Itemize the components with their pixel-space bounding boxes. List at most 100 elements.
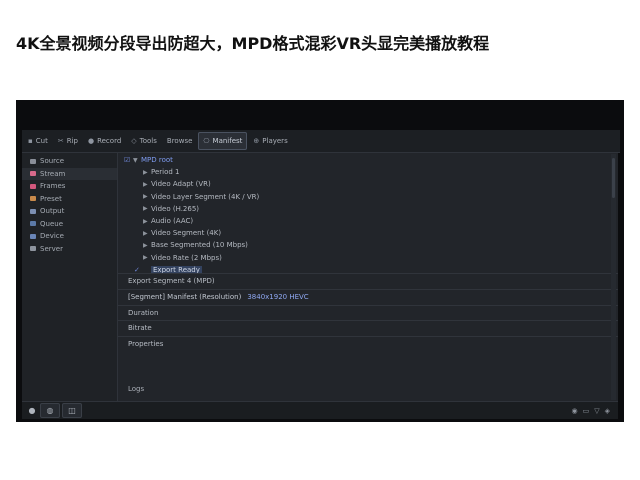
tree-node-label: Video (H.265) — [151, 204, 200, 213]
url-left: [Segment] Manifest (Resolution) — [128, 292, 242, 301]
sidebar-item-icon — [30, 196, 36, 202]
checkbox-icon[interactable]: ☑ — [124, 156, 133, 164]
record-icon[interactable]: ● — [26, 404, 38, 417]
toolbar: ▪ Cut ✂ Rip ● Record ◇ Tools Browse ⎔ Manifest ⊕ Pla… — [22, 130, 620, 153]
toolbar-label: Players — [262, 137, 288, 145]
chevron-right-icon[interactable]: ▶ — [143, 218, 151, 225]
sidebar-item-label: Stream — [40, 169, 66, 178]
settings-icon[interactable]: ◈ — [605, 407, 610, 415]
toolbar-button-record[interactable]: ● Record — [84, 133, 125, 149]
toolbar-button-tools[interactable]: ◇ Tools — [127, 133, 161, 149]
sidebar-item-label: Preset — [40, 194, 62, 203]
summary-row[interactable]: Export Segment 4 (MPD) — [118, 273, 618, 287]
toolbar-label: Record — [97, 137, 122, 145]
tree-node[interactable]: ▶ Video Rate (2 Mbps) — [118, 252, 618, 264]
tree-node-label: Video Rate (2 Mbps) — [151, 253, 222, 262]
sidebar-item-frames[interactable]: Frames — [22, 180, 117, 193]
toolbar-button-rip[interactable]: ✂ Rip — [54, 133, 82, 149]
logs-label: Logs — [128, 385, 145, 393]
chevron-right-icon[interactable]: ▶ — [143, 242, 151, 249]
window-icon[interactable]: ▭ — [583, 407, 590, 415]
toolbar-label: Rip — [66, 137, 78, 145]
article-headline: 4K全景视频分段导出防超大，MPD格式混彩VR头显完美播放教程 — [16, 34, 490, 53]
tree-node-label: Video Segment (4K) — [151, 229, 222, 238]
manifest-tree: ☑ ▼ MPD root ▶ Period 1 ▶ Video Adapt (VR) ▶ Vid… — [118, 153, 618, 273]
toolbar-button-browse[interactable]: Browse — [163, 133, 197, 149]
scrollbar-thumb[interactable] — [612, 158, 615, 198]
chevron-right-icon[interactable]: ▶ — [143, 193, 151, 200]
properties-label: Properties — [128, 339, 164, 348]
loop-icon[interactable]: ◍ — [40, 403, 60, 418]
tree-node-label: Audio (AAC) — [151, 217, 194, 226]
sidebar-item-queue[interactable]: Queue — [22, 218, 117, 231]
chevron-right-icon[interactable]: ▶ — [143, 205, 151, 212]
toolbar-icon: ◇ — [131, 137, 137, 145]
checkbox-icon[interactable]: ✓ — [134, 266, 143, 273]
sidebar-item-label: Device — [40, 232, 64, 241]
sidebar-item-icon — [30, 246, 36, 252]
chevron-right-icon[interactable]: ▶ — [143, 181, 151, 188]
tree-node-label: Base Segmented (10 Mbps) — [151, 241, 248, 250]
sidebar-item-label: Output — [40, 207, 65, 216]
toolbar-label: Browse — [166, 137, 193, 145]
tree-node-label: MPD root — [141, 156, 173, 165]
tree-node[interactable]: ▶ Video Adapt (VR) — [118, 178, 618, 190]
vertical-scrollbar[interactable] — [611, 154, 616, 400]
bitrate-row[interactable]: Bitrate — [118, 320, 618, 334]
toolbar-icon: ⊕ — [253, 137, 260, 145]
toolbar-label: Tools — [139, 137, 157, 145]
sidebar-item-icon — [30, 233, 36, 239]
bitrate-label: Bitrate — [128, 323, 152, 332]
toolbar-label: Manifest — [212, 137, 243, 145]
toolbar-button-cut[interactable]: ▪ Cut — [24, 133, 52, 149]
tree-node-label: Period 1 — [151, 168, 180, 177]
tree-node-label: Video Layer Segment (4K / VR) — [151, 192, 260, 201]
sidebar-item-output[interactable]: Output — [22, 205, 117, 218]
bottom-bar: ● ◍ ◫ ◉ ▭ ▽ ◈ — [22, 401, 618, 419]
sidebar-item-server[interactable]: Server — [22, 243, 117, 256]
toolbar-button-manifest[interactable]: ⎔ Manifest — [198, 132, 248, 150]
filter-icon[interactable]: ▽ — [594, 407, 599, 415]
toolbar-icon: ▪ — [28, 137, 33, 145]
tree-node[interactable]: ▶ Period 1 — [118, 166, 618, 178]
tree-node[interactable]: ✓ Export Ready — [118, 264, 618, 273]
sidebar-item-icon — [30, 158, 36, 164]
sidebar-item-icon — [30, 221, 36, 227]
toolbar-icon: ● — [87, 137, 95, 145]
sidebar-item-source[interactable]: Source — [22, 155, 117, 168]
bottom-right-icons: ◉ ▭ ▽ ◈ — [571, 407, 618, 415]
url-right: 3840x1920 HEVC — [247, 292, 309, 301]
tree-node[interactable]: ▶ Video Layer Segment (4K / VR) — [118, 191, 618, 203]
duration-label: Duration — [128, 308, 159, 317]
sidebar-item-icon — [30, 183, 36, 189]
tree-node[interactable]: ▶ Audio (AAC) — [118, 215, 618, 227]
sidebar-item-icon — [30, 208, 36, 214]
sidebar-item-icon — [30, 171, 36, 177]
sidebar-item-device[interactable]: Device — [22, 230, 117, 243]
sidebar: Source Stream Frames Preset Output Queue Devic… — [22, 153, 118, 403]
target-icon[interactable]: ◉ — [571, 407, 577, 415]
sidebar-item-label: Queue — [40, 219, 63, 228]
sidebar-item-stream[interactable]: Stream — [22, 167, 117, 180]
tree-node-label: Export Ready — [151, 265, 202, 273]
duration-row[interactable]: Duration — [118, 305, 618, 319]
chevron-down-icon[interactable]: ▼ — [133, 157, 141, 164]
chevron-right-icon[interactable]: ▶ — [143, 169, 151, 176]
summary-text: Export Segment 4 (MPD) — [128, 276, 215, 285]
toolbar-icon: ✂ — [57, 137, 64, 145]
tree-node[interactable]: ▶ Video Segment (4K) — [118, 227, 618, 239]
toolbar-button-players[interactable]: ⊕ Players — [249, 133, 291, 149]
chevron-right-icon[interactable]: ▶ — [143, 254, 151, 261]
app-window: ▪ Cut ✂ Rip ● Record ◇ Tools Browse ⎔ Manifest ⊕ Pla… — [22, 130, 620, 419]
sidebar-item-preset[interactable]: Preset — [22, 193, 117, 206]
toolbar-label: Cut — [35, 137, 48, 145]
properties-row[interactable]: Properties — [118, 336, 618, 350]
screenshot-frame: ▪ Cut ✂ Rip ● Record ◇ Tools Browse ⎔ Manifest ⊕ Pla… — [16, 100, 624, 422]
url-row[interactable]: [Segment] Manifest (Resolution) 3840x192… — [118, 289, 618, 303]
frame-icon[interactable]: ◫ — [62, 403, 82, 418]
tree-node[interactable]: ▶ Video (H.265) — [118, 203, 618, 215]
tree-node[interactable]: ▶ Base Segmented (10 Mbps) — [118, 239, 618, 251]
chevron-right-icon[interactable]: ▶ — [143, 230, 151, 237]
tree-node[interactable]: ☑ ▼ MPD root — [118, 154, 618, 166]
sidebar-item-label: Server — [40, 244, 63, 253]
